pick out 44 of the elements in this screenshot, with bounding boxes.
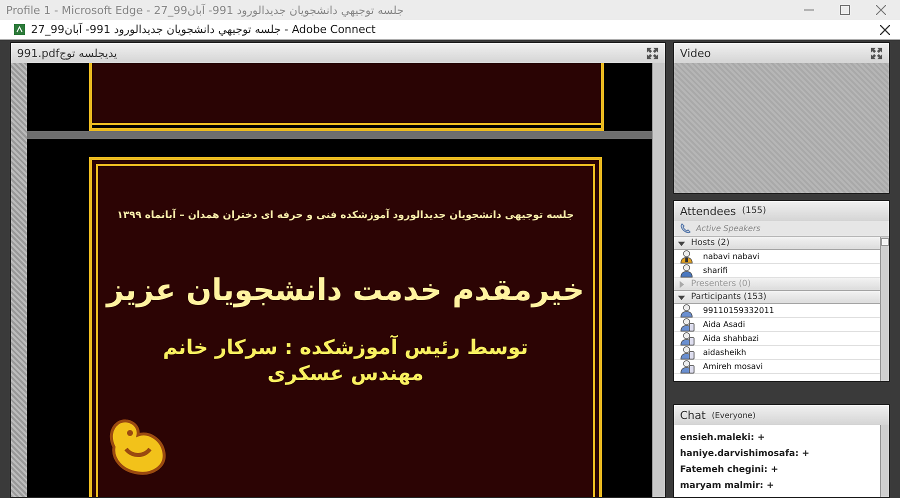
chat-audience: (Everyone) [712,410,757,420]
close-icon[interactable] [880,24,890,34]
attendee-count: (155) [742,206,768,216]
expand-triangle-icon [678,280,685,288]
attendee-row[interactable]: 99110159332011 [674,304,880,318]
attendee-row[interactable]: Amireh mosavi [674,360,880,374]
slide-title: خیرمقدم خدمت دانشجویان عزیز [106,273,584,308]
window-title: Adobe Connect - جلسه توجيهي دانشجويان جديدالورود 991- آبان99_27 [31,23,376,36]
user-icon [680,317,695,332]
attendee-row[interactable]: Aida shahbazi [674,332,880,346]
pod-title: Video [680,46,712,60]
slide-subtitle: توسط رئیس آموزشکده : سرکار خانم مهندس عسکری [162,334,530,386]
attendee-row[interactable]: nabavi nabavi [674,250,880,264]
expand-icon[interactable] [646,46,659,60]
attendee-row[interactable]: Aida Asadi [674,318,880,332]
chat-message: haniye.darvishimosafa: + [680,449,810,459]
section-header[interactable]: Participants (153) [674,291,880,304]
user-icon [680,263,695,278]
maximize-icon[interactable] [840,5,850,15]
chat-message: ensieh.maleki: + [680,433,766,443]
collapse-triangle-icon [678,240,685,246]
pod-title: 991.pdfیدیجلسه توج [17,46,118,60]
scrollbar[interactable] [880,425,889,497]
scrollbar[interactable] [880,237,889,381]
chat-message: maryam malmir: + [680,481,776,491]
active-speakers-label: Active Speakers [696,224,760,233]
scrollbar[interactable] [652,63,665,497]
pod-title: Chat [680,408,706,422]
phone-icon [680,223,692,234]
chat-message: Fatemeh chegini: + [680,465,780,475]
slide-header: جلسه توجیهی دانشجویان جدیدالورود آموزشکده فنی و حرفه ای دختران همدان – آبانماه ۱۳۹۹ [117,210,574,221]
section-header[interactable]: Hosts (2) [674,237,880,250]
logo-icon [108,419,166,475]
attendee-row[interactable]: aidasheikh [674,346,880,360]
user-icon [680,249,695,264]
user-icon [680,359,695,374]
pod-title: Attendees [680,204,736,218]
collapse-triangle-icon [678,294,685,300]
expand-icon[interactable] [870,46,883,60]
browser-title: Profile 1 - Microsoft Edge - جلسه توجيهي دانشجويان جديدالورود 991- آبان99_27 [6,4,405,16]
user-icon [680,331,695,346]
app-icon [14,24,25,35]
user-icon [680,303,695,318]
user-icon [680,345,695,360]
